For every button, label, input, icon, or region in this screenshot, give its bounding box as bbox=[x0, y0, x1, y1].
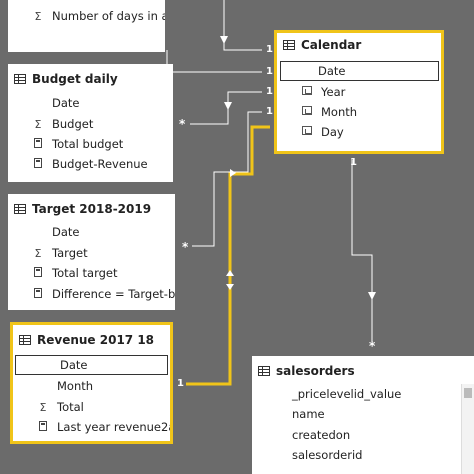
field-label: Day bbox=[321, 125, 344, 139]
table-icon bbox=[258, 366, 270, 376]
table-card-top[interactable]: Σ Number of days in a bu bbox=[8, 0, 165, 52]
field-row[interactable]: Σ Total bbox=[13, 397, 170, 417]
field-row[interactable]: Month bbox=[277, 102, 441, 122]
relationship-line bbox=[190, 91, 262, 125]
field-row[interactable]: createdon bbox=[252, 425, 474, 445]
table-card-target[interactable]: Target 2018-2019 Date Σ Target Total tar… bbox=[8, 194, 175, 310]
table-title: Budget daily bbox=[32, 72, 118, 86]
hierarchy-icon bbox=[301, 85, 313, 96]
field-label: Date bbox=[52, 96, 80, 110]
field-label: Month bbox=[321, 105, 358, 119]
field-row-selected[interactable]: Date bbox=[280, 61, 439, 81]
table-card-calendar[interactable]: Calendar Date Year Month Day bbox=[274, 30, 444, 154]
cardinality-one: 1 bbox=[266, 106, 273, 117]
hierarchy-icon bbox=[301, 125, 313, 136]
model-canvas[interactable]: 1 1 1 1 * * 1 1 * Σ Number of days in a … bbox=[0, 0, 474, 474]
field-label: Month bbox=[57, 379, 94, 393]
table-icon bbox=[14, 204, 26, 214]
table-card-budget-daily[interactable]: Budget daily Date Σ Budget Total budget … bbox=[8, 64, 173, 182]
field-row-selected[interactable]: Date bbox=[15, 355, 168, 375]
field-label: createdon bbox=[292, 428, 351, 442]
cardinality-many: * bbox=[369, 339, 376, 353]
filter-direction-arrow bbox=[220, 36, 228, 44]
relationship-line-active bbox=[186, 125, 270, 386]
filter-direction-arrow bbox=[224, 102, 232, 110]
relationship-line bbox=[166, 50, 262, 73]
field-row[interactable]: Σ Budget bbox=[8, 114, 173, 134]
scrollbar[interactable] bbox=[461, 384, 474, 474]
table-title: salesorders bbox=[276, 364, 355, 378]
table-header[interactable]: Budget daily bbox=[8, 67, 173, 91]
cardinality-one: 1 bbox=[177, 378, 184, 389]
sum-icon: Σ bbox=[39, 400, 47, 414]
sum-icon: Σ bbox=[34, 117, 42, 131]
cardinality-one: 1 bbox=[350, 157, 357, 168]
cardinality-one: 1 bbox=[266, 66, 273, 77]
table-title: Revenue 2017 18 bbox=[37, 333, 155, 347]
field-row[interactable]: Day bbox=[277, 122, 441, 142]
hierarchy-icon bbox=[301, 105, 313, 116]
table-icon bbox=[283, 40, 295, 50]
field-label: Total bbox=[57, 400, 84, 414]
field-label: Total target bbox=[52, 266, 118, 280]
field-label: _pricelevelid_value bbox=[292, 387, 402, 401]
cardinality-many: * bbox=[182, 240, 189, 254]
field-row[interactable]: Date bbox=[8, 93, 173, 113]
sum-icon: Σ bbox=[34, 9, 42, 23]
calculator-icon bbox=[39, 420, 47, 431]
table-title: Target 2018-2019 bbox=[32, 202, 152, 216]
field-label: Date bbox=[318, 64, 346, 78]
field-row[interactable]: Difference = Target-billi bbox=[8, 284, 175, 304]
field-label: Budget bbox=[52, 117, 94, 131]
field-label: Date bbox=[60, 358, 88, 372]
field-row[interactable]: Year bbox=[277, 82, 441, 102]
table-icon bbox=[14, 74, 26, 84]
field-row[interactable]: name bbox=[252, 404, 474, 424]
field-row[interactable]: Budget-Revenue bbox=[8, 154, 173, 174]
filter-direction-arrow bbox=[230, 169, 236, 177]
field-row[interactable]: salesorderid bbox=[252, 445, 474, 465]
calculator-icon bbox=[34, 287, 42, 298]
filter-direction-arrow bbox=[368, 292, 376, 300]
sum-icon: Σ bbox=[34, 246, 42, 260]
field-label: name bbox=[292, 407, 325, 421]
field-label: salesorderid bbox=[292, 448, 363, 462]
table-icon bbox=[19, 335, 31, 345]
calculator-icon bbox=[34, 266, 42, 277]
table-card-revenue[interactable]: Revenue 2017 18 Date Month Σ Total Last … bbox=[10, 322, 173, 444]
field-label: Year bbox=[321, 85, 346, 99]
calculator-icon bbox=[34, 157, 42, 168]
field-row[interactable]: Σ Number of days in a bu bbox=[8, 6, 165, 26]
field-row[interactable]: Date bbox=[8, 222, 175, 242]
table-title: Calendar bbox=[301, 38, 362, 52]
table-header[interactable]: Revenue 2017 18 bbox=[13, 328, 170, 352]
field-row[interactable]: Total budget bbox=[8, 134, 173, 154]
table-header[interactable]: salesorders bbox=[252, 359, 474, 383]
field-label: Difference = Target-billi bbox=[52, 287, 175, 301]
cardinality-one: 1 bbox=[266, 86, 273, 97]
table-card-salesorders[interactable]: salesorders _pricelevelid_value name cre… bbox=[252, 356, 474, 474]
field-label: Date bbox=[52, 225, 80, 239]
field-row[interactable]: Σ Target bbox=[8, 243, 175, 263]
field-row[interactable]: Month bbox=[13, 376, 170, 396]
field-row[interactable]: Last year revenue2a bbox=[13, 417, 170, 437]
field-label: Total budget bbox=[52, 137, 124, 151]
cardinality-many: * bbox=[179, 117, 186, 131]
field-label: Target bbox=[52, 246, 88, 260]
field-label: Number of days in a bu bbox=[52, 9, 165, 23]
table-header[interactable]: Target 2018-2019 bbox=[8, 197, 175, 221]
relationship-line bbox=[351, 160, 373, 342]
field-label: Budget-Revenue bbox=[52, 157, 148, 171]
field-row[interactable]: _pricelevelid_value bbox=[252, 384, 474, 404]
calculator-icon bbox=[34, 137, 42, 148]
field-label: Last year revenue2a bbox=[57, 420, 173, 434]
scrollbar-thumb[interactable] bbox=[464, 388, 472, 398]
relationship-line bbox=[223, 0, 262, 51]
field-row[interactable]: Total target bbox=[8, 263, 175, 283]
table-header[interactable]: Calendar bbox=[277, 33, 441, 57]
cardinality-one: 1 bbox=[266, 44, 273, 55]
